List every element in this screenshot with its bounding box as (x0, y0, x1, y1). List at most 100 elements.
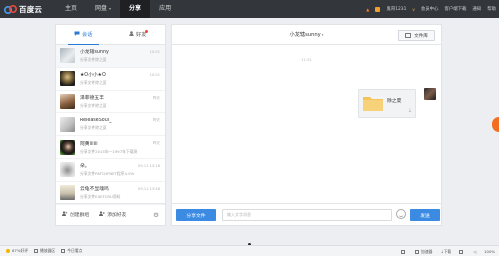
status-item-rating[interactable]: 67%好评 (6, 248, 28, 254)
nav-apps[interactable]: 应用 (150, 0, 180, 18)
send-button[interactable]: 发送 (410, 209, 440, 221)
nav-netdisk-label: 网盘 (95, 5, 108, 12)
status-bar: 67%好评 播放器区 今日看点 加速器 ⇣ 下载 ◁ 100% (0, 245, 499, 256)
conversation-time: 10:51 (149, 72, 160, 77)
main-nav: 主页 网盘 ▾ 分享 应用 (56, 0, 180, 18)
nav-home-label: 主页 (65, 5, 78, 12)
share-file-button[interactable]: 分享文件 (176, 209, 216, 221)
avatar (60, 71, 75, 87)
conversation-time: 昨天 (152, 95, 160, 100)
add-friend-button[interactable]: 添加好友 (99, 211, 126, 218)
player-icon (34, 249, 39, 253)
username-link[interactable]: 鬼哥1231 (386, 6, 406, 12)
avatar (60, 116, 75, 132)
chat-icon (74, 31, 80, 38)
rating-icon (6, 249, 10, 253)
conversation-time: 昨天 (152, 118, 160, 123)
chat-input-bar: 分享文件 输入文字消息 发送 (172, 203, 441, 225)
screen-icon-shape (459, 249, 464, 254)
conversation-time: 10:51 (149, 50, 160, 54)
chevron-down-icon: ▾ (109, 6, 112, 11)
avatar (60, 48, 75, 64)
client-download-link[interactable]: 客户端下载 (444, 6, 466, 12)
status-right-group: 加速器 ⇣ 下载 ◁ 100% (393, 246, 495, 256)
vip-icon (375, 6, 381, 12)
member-center-link[interactable]: 会员中心 (421, 6, 439, 12)
chevron-down-icon: ▾ (321, 33, 324, 37)
conversation-preview: 分享文件除之夏 (80, 124, 107, 130)
shared-file-name: 除之夏 (387, 99, 402, 104)
conversation-preview: 分享文件除之夏 (80, 102, 107, 108)
phone-icon-shape (401, 249, 406, 254)
avatar (424, 88, 436, 100)
nav-netdisk[interactable]: 网盘 ▾ (86, 0, 120, 18)
conversation-text: 阿黄iiiiii 分享文件2015年一1997年下载测 (80, 140, 161, 155)
status-player-label: 播放器区 (40, 248, 56, 253)
chat-title-text: 小龙辖sunny (289, 32, 321, 38)
top-right-links: ▲ 鬼哥1231 v 会员中心 客户端下载 通知 帮助 (360, 0, 496, 18)
file-library-button[interactable]: 文件库 (398, 30, 435, 41)
chat-header: 小龙辖sunny▾ 文件库 (172, 25, 441, 45)
list-item[interactable]: 云龟不显魂鸣 分享文件EXEFCRU资料 09-11 13:48 (56, 182, 165, 205)
gear-icon[interactable]: ⚙ (153, 211, 159, 219)
floating-side-tab[interactable] (492, 117, 499, 132)
screen-icon[interactable] (459, 249, 465, 254)
list-item[interactable]: ReleaseSoul_ 分享文件除之夏 昨天 (56, 113, 165, 137)
group-icon (62, 211, 68, 218)
nav-home[interactable]: 主页 (56, 0, 86, 18)
logo-text: 百度云 (19, 4, 43, 14)
conversation-panel-footer: 创建群组 添加好友 ⚙ (56, 203, 165, 225)
emoji-icon[interactable] (396, 209, 406, 219)
conversation-preview: 分享文件除之夏 (80, 57, 107, 63)
sound-icon[interactable]: ◁ (473, 249, 476, 254)
message-timestamp: 11:51 (301, 57, 312, 62)
status-item-accelerator[interactable]: 加速器 (415, 249, 432, 255)
conversation-name: 阿黄iiiiii (80, 141, 98, 147)
list-item[interactable]: 泽菲德五丰 分享文件除之夏 昨天 (56, 91, 165, 114)
avatar (60, 139, 75, 155)
status-zoom-label: 100% (484, 249, 495, 254)
top-navigation-bar: 百度云 主页 网盘 ▾ 分享 应用 ▲ 鬼哥1231 v 会员中心 客户端下载 通… (0, 0, 499, 18)
tab-sessions[interactable]: 会话 (56, 25, 111, 45)
help-link[interactable]: 帮助 (487, 6, 496, 12)
conversation-time: 昨天 (152, 141, 160, 146)
nav-share-label: 分享 (129, 5, 142, 12)
sound-icon-shape: ◁ (473, 249, 477, 254)
phone-icon[interactable] (401, 249, 407, 254)
list-item[interactable]: 阿黄iiiiii 分享文件2015年一1997年下载测 昨天 (56, 136, 165, 159)
file-library-label: 文件库 (414, 33, 428, 39)
conversation-list: 小龙辖sunny 分享文件除之夏 10:51 ★O小小★O 分享文件除之夏 10… (56, 45, 165, 205)
conversation-time: 09-11 13:18 (138, 163, 160, 168)
status-item-player[interactable]: 播放器区 (34, 248, 55, 254)
chat-messages: 11:51 除之夏 ⇣ (172, 46, 441, 205)
avatar (60, 93, 75, 109)
notify-link[interactable]: 通知 (472, 6, 481, 12)
list-item[interactable]: 小龙辖sunny 分享文件除之夏 10:51 (56, 45, 165, 68)
add-user-icon (99, 211, 106, 218)
user-icon (129, 31, 134, 38)
nav-share[interactable]: 分享 (120, 0, 151, 18)
panel-tabs: 会话 好友 (56, 25, 165, 45)
status-item-zoom[interactable]: 100% (484, 249, 495, 254)
avatar (60, 162, 75, 178)
conversation-text: 泽菲德五丰 分享文件除之夏 (80, 94, 161, 109)
conversation-name: ReleaseSoul_ (80, 117, 112, 123)
status-download-label: 下载 (443, 248, 452, 254)
cloud-logo-icon (4, 4, 17, 14)
shared-file-message[interactable]: 除之夏 ⇣ (358, 89, 416, 118)
status-item-news[interactable]: 今日看点 (61, 248, 82, 254)
tab-sessions-label: 会话 (82, 32, 93, 38)
baidu-cloud-logo[interactable]: 百度云 (4, 3, 42, 15)
nav-apps-label: 应用 (159, 5, 172, 12)
status-news-label: 今日看点 (67, 248, 83, 253)
conversation-preview: 分享文件2015年一1997年下载测 (80, 148, 138, 154)
create-group-button[interactable]: 创建群组 (62, 211, 89, 218)
download-icon[interactable]: ⇣ (408, 108, 412, 114)
news-icon (61, 249, 66, 253)
message-input[interactable]: 输入文字消息 (222, 209, 392, 221)
list-item[interactable]: ★O小小★O 分享文件除之夏 10:51 (56, 68, 165, 91)
status-accelerator-label: 加速器 (421, 248, 433, 254)
status-item-download[interactable]: ⇣ 下载 (440, 249, 451, 255)
list-item[interactable]: 朵。 分享文件PATCHFNET程序4.0Vi 09-11 13:18 (56, 159, 165, 182)
tab-friends[interactable]: 好友 (111, 25, 166, 44)
